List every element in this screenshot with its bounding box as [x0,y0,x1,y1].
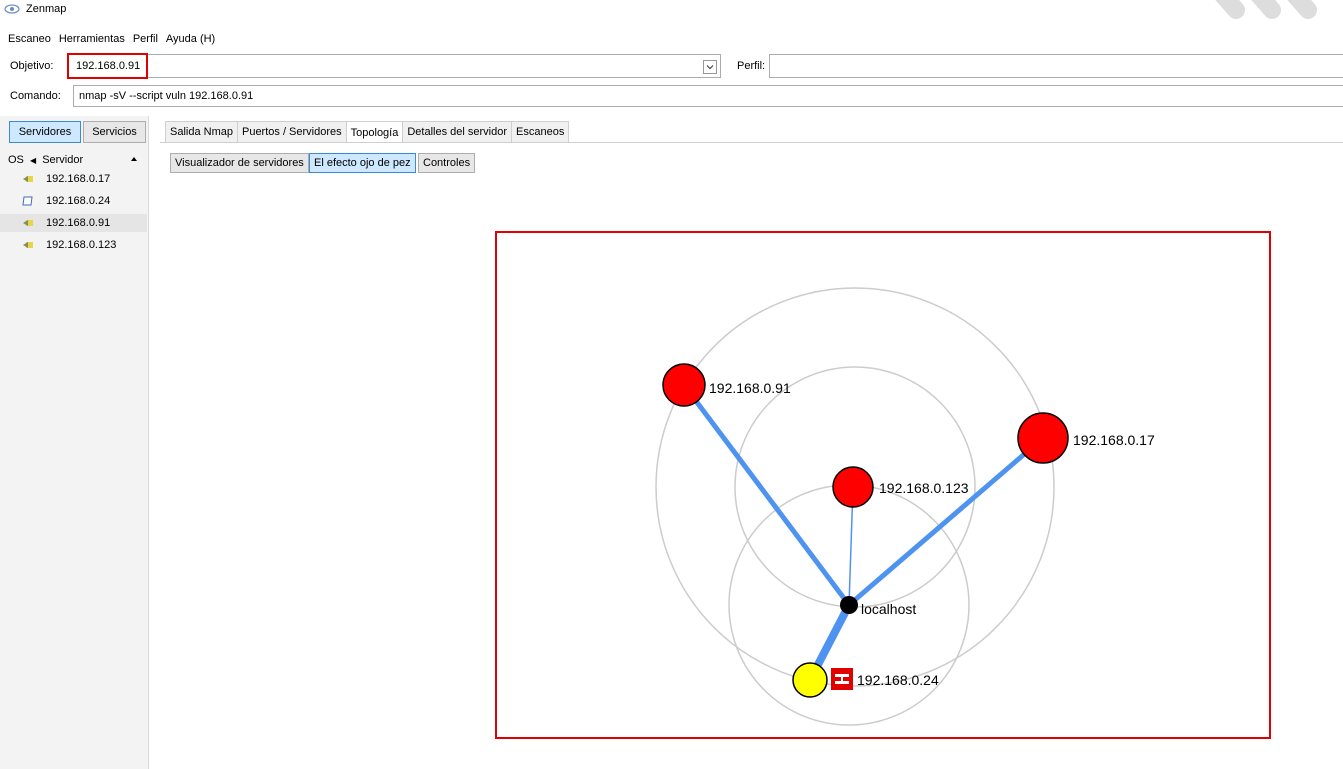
menu-ayuda[interactable]: Ayuda (H) [166,33,215,45]
controls-button[interactable]: Controles [418,153,476,173]
tab-nmap-output[interactable]: Salida Nmap [165,121,238,142]
node-label-192-168-0-17: 192.168.0.17 [1073,432,1155,448]
host-viewer-button[interactable]: Visualizador de servidores [170,153,309,173]
title-bar: Zenmap [0,0,66,18]
window-title: Zenmap [26,3,67,15]
menu-escaneo[interactable]: Escaneo [8,33,51,45]
profile-label: Perfil: [737,60,766,72]
chevron-down-icon [706,65,714,70]
node-label-localhost: localhost [861,601,916,617]
tab-host-details[interactable]: Detalles del servidor [402,121,513,142]
menu-herramientas[interactable]: Herramientas [59,33,125,45]
target-field[interactable]: 192.168.0.91 [67,53,721,79]
node-192-168-0-17[interactable] [1017,412,1069,464]
fisheye-button[interactable]: El efecto ojo de pez [309,153,416,173]
sort-left-icon: ◀ [29,156,37,165]
host-ip: 192.168.0.123 [46,239,117,251]
host-row[interactable]: 192.168.0.17 [0,170,147,188]
command-field[interactable]: nmap -sV --script vuln 192.168.0.91 [73,85,1343,107]
host-ip: 192.168.0.24 [46,195,111,207]
host-row-selected[interactable]: 192.168.0.91 [0,214,147,232]
linux-os-icon [23,220,33,226]
host-ip: 192.168.0.91 [46,217,111,229]
command-value: nmap -sV --script vuln 192.168.0.91 [79,90,254,102]
menu-bar: Escaneo Herramientas Perfil Ayuda (H) [0,30,215,48]
edge-to-192-168-0-17 [847,436,1045,607]
zenmap-logo-icon [4,4,20,14]
topology-canvas[interactable]: 192.168.0.91 192.168.0.17 192.168.0.123 … [497,233,1269,737]
host-list-header[interactable]: OS ◀ Servidor [8,154,83,166]
edge-to-192-168-0-91 [682,383,851,607]
node-label-192-168-0-123: 192.168.0.123 [879,480,969,496]
services-tab-button[interactable]: Servicios [83,121,146,143]
results-tabs: Salida Nmap Puertos / Servidores Topolog… [165,121,570,143]
linux-os-icon [23,242,33,248]
host-row[interactable]: 192.168.0.123 [0,236,147,254]
top-banner [0,0,1343,28]
node-192-168-0-123[interactable] [832,466,874,508]
profile-field[interactable] [769,54,1343,78]
host-column-header[interactable]: Servidor [42,154,83,166]
host-row[interactable]: 192.168.0.24 [0,192,147,210]
tab-divider [160,142,1343,143]
windows-os-icon [22,196,33,206]
hosts-tab-button[interactable]: Servidores [9,121,81,143]
linux-os-icon [23,176,33,182]
tab-topology[interactable]: Topología [345,121,404,143]
tab-scans[interactable]: Escaneos [511,121,570,142]
node-label-192-168-0-91: 192.168.0.91 [709,380,791,396]
target-label: Objetivo: [10,60,54,72]
os-column-header[interactable]: OS [8,154,24,166]
target-highlight-box [67,53,148,79]
topology-graph[interactable]: 192.168.0.91 192.168.0.17 192.168.0.123 … [495,231,1271,739]
target-dropdown-button[interactable] [703,60,717,74]
node-192-168-0-24[interactable] [792,662,828,698]
node-label-192-168-0-24: 192.168.0.24 [857,672,939,688]
firewall-icon [831,668,853,690]
tab-ports-hosts[interactable]: Puertos / Servidores [236,121,347,142]
sort-ascending-icon [131,157,137,161]
node-192-168-0-91[interactable] [662,363,706,407]
menu-perfil[interactable]: Perfil [133,33,158,45]
node-localhost[interactable] [840,596,858,614]
command-label: Comando: [10,90,61,102]
host-ip: 192.168.0.17 [46,173,111,185]
